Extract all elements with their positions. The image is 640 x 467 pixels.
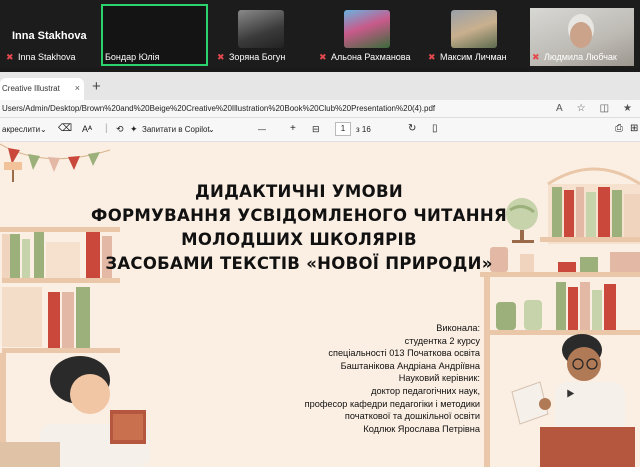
slide-title-line: ЗАСОБАМИ ТЕКСТІВ «НОВОЇ ПРИРОДИ» [105,254,493,273]
participant-face [570,22,592,48]
browser-tab[interactable]: Creative Illustrat × [0,78,84,100]
participant-name-label: ✖ Альона Рахманова [319,52,411,62]
author-info-line: професор кафедри педагогіки і методики [304,398,480,409]
page-total-label: з 16 [356,125,371,134]
fit-page-icon[interactable]: ⊟ [312,124,320,135]
participant-display-name: Inna Stakhova [12,30,87,42]
favorites-icon[interactable]: ★ [623,103,632,114]
participant-tile-active-speaker[interactable]: Бондар Юлія [101,4,208,66]
address-bar-actions: A ☆ ◫ ★ [556,103,632,114]
participant-tile[interactable]: ✖ Зоряна Богун [213,4,309,66]
copilot-icon[interactable]: ✦ [130,124,138,135]
participant-video [238,10,284,48]
split-screen-icon[interactable]: ◫ [600,103,609,114]
zoom-in-icon[interactable]: + [290,123,296,134]
author-info-line: доктор педагогічних наук, [371,385,480,396]
tab-title: Creative Illustrat [2,84,60,93]
pdf-slide: ДИДАКТИЧНІ УМОВИ ФОРМУВАННЯ УСВІДОМЛЕНОГ… [0,142,640,467]
boy-reading-illustration [511,334,635,467]
author-info-line: студентка 2 курсу [404,335,480,346]
tab-close-icon[interactable]: × [75,84,80,100]
author-info-line: початкової та дошкільної освіти [344,411,480,422]
new-tab-button[interactable]: + [92,79,101,94]
save-icon[interactable]: ⊞ [630,123,638,134]
author-info: Виконала: студентка 2 курсу спеціальност… [305,322,480,435]
page-view-icon[interactable]: ▯ [432,123,438,134]
participant-tile[interactable]: ✖ Людмила Любчак [528,4,638,66]
browser-window: Creative Illustrat × + Users/Admin/Deskt… [0,72,640,467]
ask-copilot-button[interactable]: Запитати в Copilot [142,125,210,134]
mic-muted-icon: ✖ [428,52,436,62]
mic-muted-icon: ✖ [319,52,327,62]
mic-muted-icon: ✖ [532,52,540,62]
participant-strip: Inna Stakhova ✖ Inna Stakhova Бондар Юлі… [0,0,640,68]
slide-title-line: МОЛОДШИХ ШКОЛЯРІВ [181,230,417,249]
translate-icon[interactable]: ⟲ [116,124,124,135]
participant-tile[interactable]: ✖ Максим Личман [424,4,524,66]
participant-tile[interactable]: ✖ Альона Рахманова [315,4,419,66]
participant-tile[interactable]: Inna Stakhova ✖ Inna Stakhova [2,4,94,66]
page-number-input[interactable]: 1 [335,122,351,136]
slide-title-line: ДИДАКТИЧНІ УМОВИ [195,182,403,201]
girl-reading-illustration [0,356,150,467]
address-bar[interactable]: Users/Admin/Desktop/Brown%20and%20Beige%… [0,100,640,118]
tab-bar: Creative Illustrat × + [0,72,640,100]
rotate-icon[interactable]: ↻ [408,123,416,134]
participant-name-label: ✖ Inna Stakhova [6,52,76,62]
participant-video [344,10,390,48]
author-info-line: спеціальності 013 Початкова освіта [328,348,480,359]
author-info-line: Кодлюк Ярослава Петрівна [363,423,480,434]
author-info-line: Баштанікова Андріана Андріївна [340,360,480,371]
text-icon[interactable]: Aᴬ [82,124,92,134]
chevron-down-icon[interactable]: ⌄ [40,125,47,134]
author-info-line: Виконала: [436,323,480,333]
print-icon[interactable]: ⎙ [615,123,623,134]
slide-title-line: ФОРМУВАННЯ УСВІДОМЛЕНОГО ЧИТАННЯ [91,206,507,225]
mic-muted-icon: ✖ [6,52,14,62]
mic-muted-icon: ✖ [217,52,225,62]
highlight-button[interactable]: акреслити [2,125,40,134]
slide-title: ДИДАКТИЧНІ УМОВИ ФОРМУВАННЯ УСВІДОМЛЕНОГ… [84,180,514,276]
favorite-star-icon[interactable]: ☆ [577,103,586,114]
participant-name-label: ✖ Максим Личман [428,52,507,62]
participant-name-label: Бондар Юлія [105,52,160,62]
pdf-toolbar: акреслити ⌄ ⌫ Aᴬ | ⟲ ✦ Запитати в Copilo… [0,118,640,142]
url-text: Users/Admin/Desktop/Brown%20and%20Beige%… [2,104,436,113]
read-aloud-icon[interactable]: A [556,103,563,114]
participant-name-label: ✖ Зоряна Богун [217,52,286,62]
divider: | [105,123,108,134]
participant-video [451,10,497,48]
author-info-line: Науковий керівник: [398,373,480,384]
eraser-icon[interactable]: ⌫ [58,123,72,134]
participant-name-label: ✖ Людмила Любчак [532,52,617,62]
chevron-down-icon[interactable]: ⌄ [208,125,215,134]
zoom-out-icon[interactable]: — [258,125,266,134]
